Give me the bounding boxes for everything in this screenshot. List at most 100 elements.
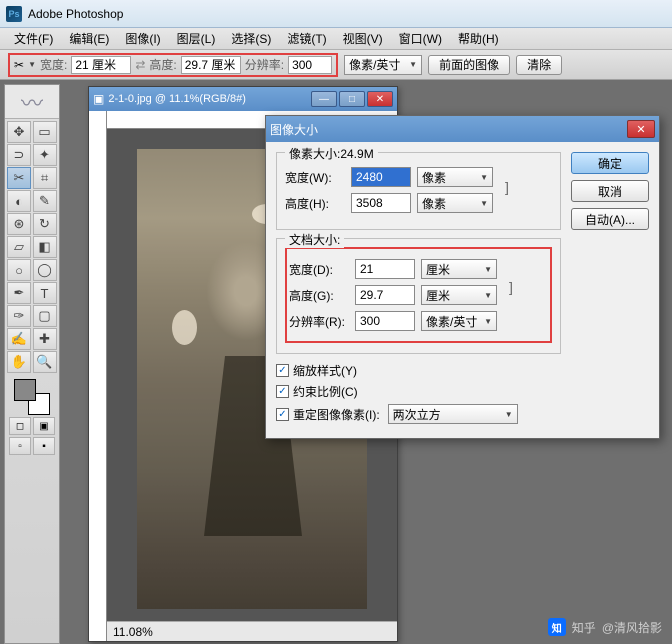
- height-h-label: 高度(H):: [285, 195, 345, 212]
- ruler-vertical: [89, 111, 107, 641]
- auto-button[interactable]: 自动(A)...: [571, 208, 649, 230]
- minimize-button[interactable]: —: [311, 91, 337, 107]
- height-input[interactable]: [181, 56, 241, 74]
- eraser-tool[interactable]: ▱: [7, 236, 31, 258]
- pixel-legend: 像素大小:24.9M: [285, 145, 378, 162]
- resample-label: 重定图像像素(I):: [293, 406, 380, 423]
- dialog-titlebar[interactable]: 图像大小 ✕: [266, 116, 659, 142]
- menubar: 文件(F) 编辑(E) 图像(I) 图层(L) 选择(S) 滤镜(T) 视图(V…: [0, 28, 672, 50]
- width-d-unit[interactable]: 厘米▼: [421, 259, 497, 279]
- menu-view[interactable]: 视图(V): [337, 28, 389, 49]
- crop-tool[interactable]: ✂: [7, 167, 31, 189]
- app-title: Adobe Photoshop: [28, 7, 123, 21]
- clear-button[interactable]: 清除: [516, 55, 562, 75]
- shape-tool[interactable]: ▢: [33, 305, 57, 327]
- ok-button[interactable]: 确定: [571, 152, 649, 174]
- scale-styles-checkbox[interactable]: ✓: [276, 364, 289, 377]
- constrain-checkbox[interactable]: ✓: [276, 385, 289, 398]
- lasso-tool[interactable]: ⊃: [7, 144, 31, 166]
- menu-filter[interactable]: 滤镜(T): [281, 28, 332, 49]
- dialog-title: 图像大小: [270, 121, 318, 138]
- marquee-tool[interactable]: ▭: [33, 121, 57, 143]
- zhihu-icon: 知: [548, 618, 566, 636]
- close-button[interactable]: ✕: [367, 91, 393, 107]
- feather-icon: 〰: [5, 85, 59, 119]
- stamp-tool[interactable]: ⊛: [7, 213, 31, 235]
- doc-icon: ▣: [93, 92, 104, 106]
- screenmode-icon[interactable]: ▣: [33, 417, 55, 435]
- width-d-label: 宽度(D):: [289, 261, 349, 278]
- height-g-unit[interactable]: 厘米▼: [421, 285, 497, 305]
- move-tool[interactable]: ✥: [7, 121, 31, 143]
- width-w-label: 宽度(W):: [285, 169, 345, 186]
- color-swatches: ◻ ▣ ▫ ▪: [5, 375, 59, 459]
- resolution-input[interactable]: [288, 56, 332, 74]
- resample-method-dropdown[interactable]: 两次立方▼: [388, 404, 518, 424]
- res-r-unit[interactable]: 像素/英寸▼: [421, 311, 497, 331]
- swap-icon[interactable]: ⇄: [135, 58, 145, 72]
- mode-b-icon[interactable]: ▪: [33, 437, 55, 455]
- menu-layer[interactable]: 图层(L): [171, 28, 222, 49]
- pen-tool[interactable]: ✑: [7, 305, 31, 327]
- resample-checkbox[interactable]: ✓: [276, 408, 289, 421]
- crop-tool-icon[interactable]: ✂: [14, 58, 24, 72]
- history-brush-tool[interactable]: ↻: [33, 213, 57, 235]
- width-input[interactable]: [71, 56, 131, 74]
- res-r-input[interactable]: [355, 311, 415, 331]
- document-size-group: 文档大小: 宽度(D): 厘米▼ ] 高度(G): 厘米▼ 分辨率(R):: [276, 238, 561, 354]
- doc-legend: 文档大小:: [285, 231, 344, 248]
- menu-edit[interactable]: 编辑(E): [63, 28, 115, 49]
- height-g-input[interactable]: [355, 285, 415, 305]
- watermark-author: @清风拾影: [602, 619, 662, 636]
- hand-tool[interactable]: ✋: [7, 351, 31, 373]
- menu-file[interactable]: 文件(F): [8, 28, 59, 49]
- blur-tool[interactable]: ○: [7, 259, 31, 281]
- pixel-dimensions-group: 像素大小:24.9M 宽度(W): 像素▼ ] 高度(H): 像素▼: [276, 152, 561, 230]
- path-tool[interactable]: ✒: [7, 282, 31, 304]
- doc-highlight: 宽度(D): 厘米▼ ] 高度(G): 厘米▼ 分辨率(R): 像素/英寸▼: [285, 247, 552, 343]
- cancel-button[interactable]: 取消: [571, 180, 649, 202]
- resolution-label: 分辨率:: [245, 56, 284, 73]
- dodge-tool[interactable]: ◯: [33, 259, 57, 281]
- menu-image[interactable]: 图像(I): [119, 28, 166, 49]
- res-r-label: 分辨率(R):: [289, 313, 349, 330]
- width-d-input[interactable]: [355, 259, 415, 279]
- unit-dropdown[interactable]: 像素/英寸▼: [344, 55, 422, 75]
- zoom-tool[interactable]: 🔍: [33, 351, 57, 373]
- front-image-button[interactable]: 前面的图像: [428, 55, 510, 75]
- width-w-unit[interactable]: 像素▼: [417, 167, 493, 187]
- menu-select[interactable]: 选择(S): [225, 28, 277, 49]
- heal-tool[interactable]: ◐: [7, 190, 31, 212]
- slice-tool[interactable]: ⌗: [33, 167, 57, 189]
- brush-tool[interactable]: ✎: [33, 190, 57, 212]
- zoom-level[interactable]: 11.08%: [113, 625, 153, 639]
- wand-tool[interactable]: ✦: [33, 144, 57, 166]
- mode-a-icon[interactable]: ▫: [9, 437, 31, 455]
- maximize-button[interactable]: □: [339, 91, 365, 107]
- watermark: 知 知乎 @清风拾影: [548, 618, 662, 636]
- dialog-close-button[interactable]: ✕: [627, 120, 655, 138]
- scale-styles-label: 缩放样式(Y): [293, 362, 357, 379]
- watermark-brand: 知乎: [572, 619, 596, 636]
- notes-tool[interactable]: ✍: [7, 328, 31, 350]
- menu-help[interactable]: 帮助(H): [452, 28, 505, 49]
- gradient-tool[interactable]: ◧: [33, 236, 57, 258]
- width-label: 宽度:: [40, 56, 67, 73]
- eyedropper-tool[interactable]: ✚: [33, 328, 57, 350]
- link-icon-2[interactable]: ]: [509, 279, 513, 295]
- type-tool[interactable]: T: [33, 282, 57, 304]
- constrain-label: 约束比例(C): [293, 383, 358, 400]
- titlebar: Ps Adobe Photoshop: [0, 0, 672, 28]
- height-h-input[interactable]: [351, 193, 411, 213]
- height-h-unit[interactable]: 像素▼: [417, 193, 493, 213]
- link-icon[interactable]: ]: [505, 179, 509, 195]
- foreground-color[interactable]: [14, 379, 36, 401]
- width-w-input[interactable]: [351, 167, 411, 187]
- height-g-label: 高度(G):: [289, 287, 349, 304]
- dropdown-icon[interactable]: ▼: [28, 60, 36, 69]
- menu-window[interactable]: 窗口(W): [393, 28, 448, 49]
- quickmask-icon[interactable]: ◻: [9, 417, 31, 435]
- document-titlebar[interactable]: ▣ 2-1-0.jpg @ 11.1%(RGB/8#) — □ ✕: [89, 87, 397, 111]
- photoshop-icon: Ps: [6, 6, 22, 22]
- image-size-dialog: 图像大小 ✕ 像素大小:24.9M 宽度(W): 像素▼ ] 高度(H): 像素…: [265, 115, 660, 439]
